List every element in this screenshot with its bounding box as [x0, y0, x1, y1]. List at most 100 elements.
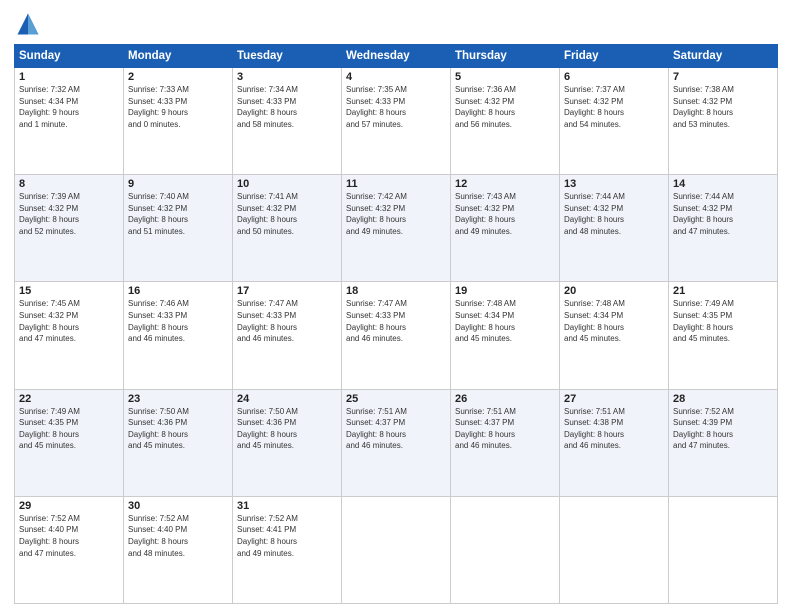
day-number: 29	[19, 500, 119, 512]
day-info: Sunrise: 7:41 AM Sunset: 4:32 PM Dayligh…	[237, 191, 337, 237]
calendar-cell: 4Sunrise: 7:35 AM Sunset: 4:33 PM Daylig…	[342, 68, 451, 175]
day-info: Sunrise: 7:49 AM Sunset: 4:35 PM Dayligh…	[673, 298, 773, 344]
calendar-cell: 22Sunrise: 7:49 AM Sunset: 4:35 PM Dayli…	[15, 389, 124, 496]
day-number: 21	[673, 285, 773, 297]
calendar-row-1: 1Sunrise: 7:32 AM Sunset: 4:34 PM Daylig…	[15, 68, 778, 175]
col-header-tuesday: Tuesday	[233, 45, 342, 68]
day-info: Sunrise: 7:42 AM Sunset: 4:32 PM Dayligh…	[346, 191, 446, 237]
day-info: Sunrise: 7:38 AM Sunset: 4:32 PM Dayligh…	[673, 84, 773, 130]
calendar-cell: 19Sunrise: 7:48 AM Sunset: 4:34 PM Dayli…	[451, 282, 560, 389]
day-info: Sunrise: 7:40 AM Sunset: 4:32 PM Dayligh…	[128, 191, 228, 237]
calendar-cell: 16Sunrise: 7:46 AM Sunset: 4:33 PM Dayli…	[124, 282, 233, 389]
day-info: Sunrise: 7:33 AM Sunset: 4:33 PM Dayligh…	[128, 84, 228, 130]
day-info: Sunrise: 7:46 AM Sunset: 4:33 PM Dayligh…	[128, 298, 228, 344]
day-info: Sunrise: 7:52 AM Sunset: 4:41 PM Dayligh…	[237, 513, 337, 559]
day-number: 28	[673, 393, 773, 405]
calendar-cell: 31Sunrise: 7:52 AM Sunset: 4:41 PM Dayli…	[233, 496, 342, 603]
calendar-row-3: 15Sunrise: 7:45 AM Sunset: 4:32 PM Dayli…	[15, 282, 778, 389]
day-info: Sunrise: 7:37 AM Sunset: 4:32 PM Dayligh…	[564, 84, 664, 130]
day-info: Sunrise: 7:35 AM Sunset: 4:33 PM Dayligh…	[346, 84, 446, 130]
day-number: 19	[455, 285, 555, 297]
calendar-cell: 10Sunrise: 7:41 AM Sunset: 4:32 PM Dayli…	[233, 175, 342, 282]
day-number: 20	[564, 285, 664, 297]
calendar-cell: 13Sunrise: 7:44 AM Sunset: 4:32 PM Dayli…	[560, 175, 669, 282]
calendar-header-row: SundayMondayTuesdayWednesdayThursdayFrid…	[15, 45, 778, 68]
day-info: Sunrise: 7:51 AM Sunset: 4:38 PM Dayligh…	[564, 406, 664, 452]
day-info: Sunrise: 7:49 AM Sunset: 4:35 PM Dayligh…	[19, 406, 119, 452]
col-header-monday: Monday	[124, 45, 233, 68]
calendar-cell: 6Sunrise: 7:37 AM Sunset: 4:32 PM Daylig…	[560, 68, 669, 175]
day-number: 7	[673, 71, 773, 83]
logo-icon	[14, 10, 42, 38]
day-number: 31	[237, 500, 337, 512]
calendar-cell: 18Sunrise: 7:47 AM Sunset: 4:33 PM Dayli…	[342, 282, 451, 389]
day-info: Sunrise: 7:47 AM Sunset: 4:33 PM Dayligh…	[237, 298, 337, 344]
calendar-cell: 24Sunrise: 7:50 AM Sunset: 4:36 PM Dayli…	[233, 389, 342, 496]
day-info: Sunrise: 7:36 AM Sunset: 4:32 PM Dayligh…	[455, 84, 555, 130]
day-info: Sunrise: 7:32 AM Sunset: 4:34 PM Dayligh…	[19, 84, 119, 130]
day-number: 12	[455, 178, 555, 190]
col-header-wednesday: Wednesday	[342, 45, 451, 68]
calendar-cell: 11Sunrise: 7:42 AM Sunset: 4:32 PM Dayli…	[342, 175, 451, 282]
calendar-row-2: 8Sunrise: 7:39 AM Sunset: 4:32 PM Daylig…	[15, 175, 778, 282]
col-header-thursday: Thursday	[451, 45, 560, 68]
col-header-friday: Friday	[560, 45, 669, 68]
day-number: 4	[346, 71, 446, 83]
col-header-sunday: Sunday	[15, 45, 124, 68]
day-number: 13	[564, 178, 664, 190]
calendar-cell: 9Sunrise: 7:40 AM Sunset: 4:32 PM Daylig…	[124, 175, 233, 282]
day-info: Sunrise: 7:39 AM Sunset: 4:32 PM Dayligh…	[19, 191, 119, 237]
day-number: 26	[455, 393, 555, 405]
day-number: 14	[673, 178, 773, 190]
calendar-cell: 15Sunrise: 7:45 AM Sunset: 4:32 PM Dayli…	[15, 282, 124, 389]
day-number: 17	[237, 285, 337, 297]
calendar-cell: 1Sunrise: 7:32 AM Sunset: 4:34 PM Daylig…	[15, 68, 124, 175]
day-number: 9	[128, 178, 228, 190]
day-number: 6	[564, 71, 664, 83]
calendar-cell: 7Sunrise: 7:38 AM Sunset: 4:32 PM Daylig…	[669, 68, 778, 175]
calendar-cell: 23Sunrise: 7:50 AM Sunset: 4:36 PM Dayli…	[124, 389, 233, 496]
calendar-cell: 2Sunrise: 7:33 AM Sunset: 4:33 PM Daylig…	[124, 68, 233, 175]
calendar-cell: 27Sunrise: 7:51 AM Sunset: 4:38 PM Dayli…	[560, 389, 669, 496]
day-number: 23	[128, 393, 228, 405]
header	[14, 10, 778, 38]
day-number: 24	[237, 393, 337, 405]
calendar-row-4: 22Sunrise: 7:49 AM Sunset: 4:35 PM Dayli…	[15, 389, 778, 496]
day-info: Sunrise: 7:47 AM Sunset: 4:33 PM Dayligh…	[346, 298, 446, 344]
day-number: 22	[19, 393, 119, 405]
day-number: 1	[19, 71, 119, 83]
day-number: 15	[19, 285, 119, 297]
day-number: 16	[128, 285, 228, 297]
calendar-cell: 30Sunrise: 7:52 AM Sunset: 4:40 PM Dayli…	[124, 496, 233, 603]
day-info: Sunrise: 7:44 AM Sunset: 4:32 PM Dayligh…	[673, 191, 773, 237]
calendar-table: SundayMondayTuesdayWednesdayThursdayFrid…	[14, 44, 778, 604]
day-number: 8	[19, 178, 119, 190]
calendar-cell	[451, 496, 560, 603]
day-info: Sunrise: 7:50 AM Sunset: 4:36 PM Dayligh…	[237, 406, 337, 452]
calendar-cell: 20Sunrise: 7:48 AM Sunset: 4:34 PM Dayli…	[560, 282, 669, 389]
calendar-cell: 25Sunrise: 7:51 AM Sunset: 4:37 PM Dayli…	[342, 389, 451, 496]
calendar-cell: 26Sunrise: 7:51 AM Sunset: 4:37 PM Dayli…	[451, 389, 560, 496]
day-info: Sunrise: 7:44 AM Sunset: 4:32 PM Dayligh…	[564, 191, 664, 237]
day-number: 10	[237, 178, 337, 190]
calendar-cell: 12Sunrise: 7:43 AM Sunset: 4:32 PM Dayli…	[451, 175, 560, 282]
calendar-cell: 17Sunrise: 7:47 AM Sunset: 4:33 PM Dayli…	[233, 282, 342, 389]
day-info: Sunrise: 7:48 AM Sunset: 4:34 PM Dayligh…	[455, 298, 555, 344]
day-number: 27	[564, 393, 664, 405]
day-info: Sunrise: 7:52 AM Sunset: 4:40 PM Dayligh…	[128, 513, 228, 559]
calendar-cell	[560, 496, 669, 603]
calendar-cell: 5Sunrise: 7:36 AM Sunset: 4:32 PM Daylig…	[451, 68, 560, 175]
calendar-cell: 21Sunrise: 7:49 AM Sunset: 4:35 PM Dayli…	[669, 282, 778, 389]
page: SundayMondayTuesdayWednesdayThursdayFrid…	[0, 0, 792, 612]
day-info: Sunrise: 7:52 AM Sunset: 4:39 PM Dayligh…	[673, 406, 773, 452]
day-number: 18	[346, 285, 446, 297]
col-header-saturday: Saturday	[669, 45, 778, 68]
calendar-cell: 8Sunrise: 7:39 AM Sunset: 4:32 PM Daylig…	[15, 175, 124, 282]
calendar-cell: 3Sunrise: 7:34 AM Sunset: 4:33 PM Daylig…	[233, 68, 342, 175]
day-number: 30	[128, 500, 228, 512]
day-number: 2	[128, 71, 228, 83]
day-info: Sunrise: 7:45 AM Sunset: 4:32 PM Dayligh…	[19, 298, 119, 344]
calendar-cell	[669, 496, 778, 603]
calendar-cell: 29Sunrise: 7:52 AM Sunset: 4:40 PM Dayli…	[15, 496, 124, 603]
day-info: Sunrise: 7:34 AM Sunset: 4:33 PM Dayligh…	[237, 84, 337, 130]
